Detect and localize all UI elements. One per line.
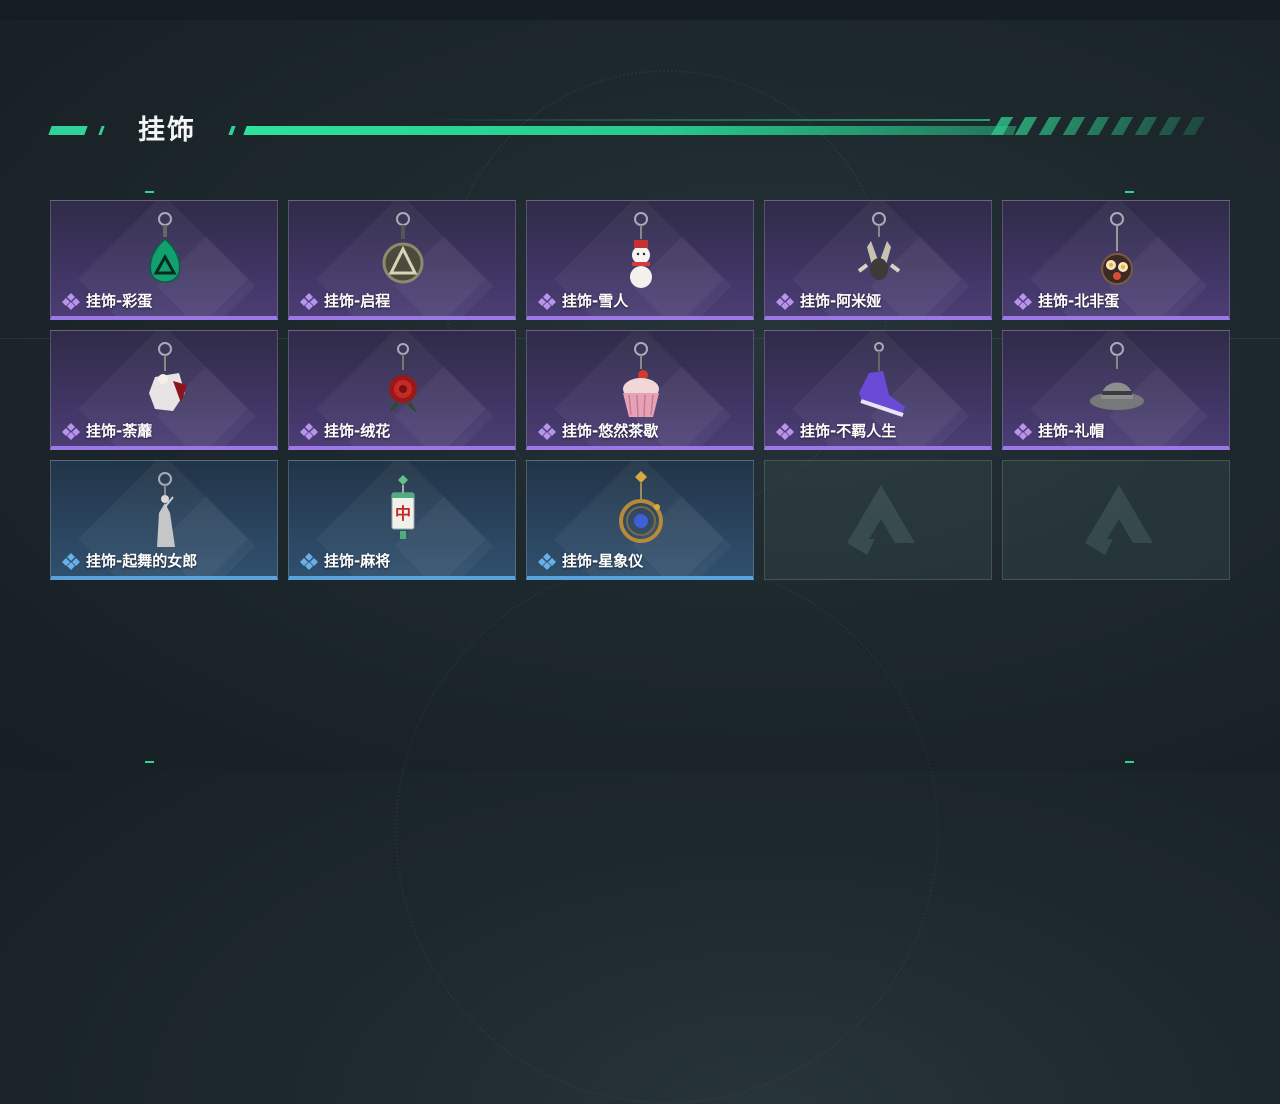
header-checker-pattern [990,117,1212,135]
corner-mark [1125,191,1134,193]
card-label: 挂饰-悠然茶歇 [537,420,658,441]
card-label: 挂饰-阿米娅 [775,290,881,311]
charm-grid: 挂饰-彩蛋 挂饰-启程 挂饰-雪人 挂饰-阿米娅 挂饰-北非蛋 挂饰-荼蘼 挂饰… [50,200,1230,580]
charm-name: 挂饰-阿米娅 [800,292,882,310]
astrolabe-charm-icon [619,471,663,543]
charm-name: 挂饰-彩蛋 [86,292,153,310]
rarity-diamond-icon [538,292,556,310]
header-accent [48,126,88,135]
rarity-diamond-icon [62,422,80,440]
card-label: 挂饰-彩蛋 [61,290,152,311]
purple-sneaker-charm-icon [859,342,905,417]
charm-name: 挂饰-悠然茶歇 [562,422,659,440]
charm-card[interactable]: 挂饰-阿米娅 [764,200,992,320]
shakshuka-pan-charm-icon [1101,212,1133,285]
snowman-charm-icon [630,212,652,288]
header-accent [98,126,105,135]
red-rose-charm-icon [389,343,417,413]
rarity-diamond-icon [776,422,794,440]
corner-mark [145,191,154,193]
charm-card[interactable]: 挂饰-北非蛋 [1002,200,1230,320]
card-label: 挂饰-星象仪 [537,550,643,571]
background-circle [395,560,939,1104]
card-label: 挂饰-礼帽 [1013,420,1104,441]
header-bar [243,126,1017,135]
rarity-diamond-icon [776,292,794,310]
svg-text:中: 中 [395,504,411,523]
charm-name: 挂饰-北非蛋 [1038,292,1120,310]
card-label: 挂饰-启程 [299,290,390,311]
charm-name: 挂饰-起舞的女郎 [86,552,198,570]
card-label: 挂饰-起舞的女郎 [61,550,197,571]
charm-card[interactable]: 挂饰-绒花 [288,330,516,450]
bunny-figure-charm-icon [857,212,901,280]
charm-name: 挂饰-绒花 [324,422,391,440]
rarity-diamond-icon [538,552,556,570]
rarity-diamond-icon [300,292,318,310]
header-accent [228,126,236,135]
rarity-diamond-icon [62,292,80,310]
fedora-hat-charm-icon [1090,342,1144,410]
card-label: 挂饰-荼蘼 [61,420,152,441]
charm-name: 挂饰-礼帽 [1038,422,1105,440]
rarity-diamond-icon [300,422,318,440]
cupcake-charm-icon [623,342,659,418]
charm-name: 挂饰-麻将 [324,552,391,570]
card-label: 挂饰-不羁人生 [775,420,896,441]
corner-mark [145,761,154,763]
charm-card[interactable]: 挂饰-启程 [288,200,516,320]
top-strip [0,0,1280,20]
rarity-diamond-icon [1014,292,1032,310]
charm-card[interactable]: 挂饰-悠然茶歇 [526,330,754,450]
charm-name: 挂饰-荼蘼 [86,422,153,440]
medallion-charm-icon [382,212,424,284]
charm-name: 挂饰-雪人 [562,292,629,310]
section-title: 挂饰 [138,115,196,146]
charm-card[interactable]: 挂饰-星象仪 [526,460,754,580]
empty-slot [1002,460,1230,580]
charm-name: 挂饰-星象仪 [562,552,644,570]
rarity-diamond-icon [538,422,556,440]
card-label: 挂饰-麻将 [299,550,390,571]
doll-charm-icon [149,342,187,411]
rarity-diamond-icon [62,552,80,570]
charm-card[interactable]: 挂饰-起舞的女郎 [50,460,278,580]
card-label: 挂饰-雪人 [537,290,628,311]
corner-mark [1125,761,1134,763]
charm-card[interactable]: 中 挂饰-麻将 [288,460,516,580]
charm-name: 挂饰-不羁人生 [800,422,897,440]
charm-name: 挂饰-启程 [324,292,391,310]
green-egg-charm-icon [149,212,181,283]
charm-card[interactable]: 挂饰-彩蛋 [50,200,278,320]
empty-slot-logo-icon [1085,485,1153,555]
mahjong-tile-charm-icon: 中 [391,475,415,539]
rarity-diamond-icon [300,552,318,570]
charm-card[interactable]: 挂饰-雪人 [526,200,754,320]
header-thin-line [420,119,990,121]
charm-card[interactable]: 挂饰-荼蘼 [50,330,278,450]
charm-card[interactable]: 挂饰-礼帽 [1002,330,1230,450]
charm-card[interactable]: 挂饰-不羁人生 [764,330,992,450]
empty-slot [764,460,992,580]
rarity-diamond-icon [1014,422,1032,440]
card-label: 挂饰-北非蛋 [1013,290,1119,311]
dancing-lady-charm-icon [157,472,175,547]
empty-slot-logo-icon [847,485,915,555]
card-label: 挂饰-绒花 [299,420,390,441]
